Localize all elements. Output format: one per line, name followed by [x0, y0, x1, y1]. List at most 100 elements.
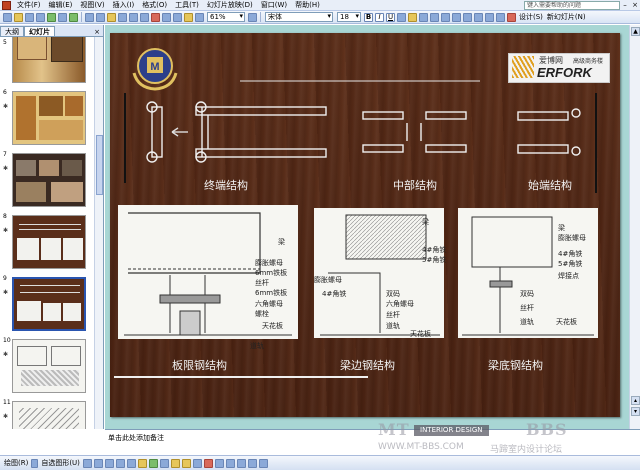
slide-thumbnail-row[interactable]: 7 ✱: [0, 147, 94, 209]
slide-thumbnail[interactable]: [12, 91, 86, 145]
fill-color-icon[interactable]: [181, 458, 191, 468]
shadow-icon[interactable]: [397, 12, 406, 22]
slide-number: 7: [3, 151, 7, 158]
slide-thumbnail[interactable]: [12, 401, 86, 429]
font-color-icon[interactable]: [507, 12, 516, 22]
font-color-icon[interactable]: [203, 458, 213, 468]
slide-thumbnail[interactable]: [12, 339, 86, 393]
align-left-icon[interactable]: [408, 12, 417, 22]
undo-icon[interactable]: [129, 12, 138, 22]
permission-icon[interactable]: [36, 12, 45, 22]
decrease-indent-icon[interactable]: [485, 12, 494, 22]
bullets-icon[interactable]: [452, 12, 461, 22]
help-search-input[interactable]: 键入需要帮助的问题: [524, 0, 620, 10]
slide-thumbnail[interactable]: [12, 215, 86, 269]
help-icon[interactable]: [248, 12, 257, 22]
select-objects-icon[interactable]: [31, 458, 39, 468]
scroll-up-icon[interactable]: ▲: [631, 27, 640, 36]
current-slide[interactable]: M 爱博网 高级商务楼 ERFORK 终端结构 中部结构 始端结构 板限钢结构 …: [110, 33, 620, 417]
line-style-icon[interactable]: [214, 458, 224, 468]
new-slide-button[interactable]: 新幻灯片(N): [547, 12, 586, 22]
draw-menu-button[interactable]: 绘图(R): [4, 458, 28, 468]
menu-window[interactable]: 窗口(W): [257, 0, 291, 10]
slide-thumbnail-row[interactable]: 5: [0, 37, 94, 85]
decrease-font-icon[interactable]: [474, 12, 483, 22]
arrow-icon[interactable]: [93, 458, 103, 468]
clipart-icon[interactable]: [159, 458, 169, 468]
redo-icon[interactable]: [140, 12, 149, 22]
paste-icon[interactable]: [107, 12, 116, 22]
menu-file[interactable]: 文件(F): [13, 0, 45, 10]
slide-thumbnail-row[interactable]: 10 ✱: [0, 333, 94, 395]
separator: [81, 12, 82, 22]
watermark-url: WWW.MT-BBS.COM: [378, 442, 464, 452]
tab-slides[interactable]: 幻灯片: [24, 26, 55, 36]
open-icon[interactable]: [14, 12, 23, 22]
slide-thumbnail-row[interactable]: 8 ✱: [0, 209, 94, 271]
font-size-select[interactable]: 18: [337, 12, 361, 22]
italic-icon[interactable]: I: [375, 12, 384, 22]
spelling-icon[interactable]: [69, 12, 78, 22]
autoshapes-button[interactable]: 自选图形(U): [41, 458, 80, 468]
thumbnail-scrollbar[interactable]: [94, 37, 103, 429]
arrow-style-icon[interactable]: [236, 458, 246, 468]
chart-icon[interactable]: [151, 12, 160, 22]
numbering-icon[interactable]: [441, 12, 450, 22]
save-icon[interactable]: [25, 12, 34, 22]
annotation: 天花板: [262, 322, 283, 330]
line-icon[interactable]: [82, 458, 92, 468]
print-icon[interactable]: [47, 12, 56, 22]
watermark: MT INTERIOR DESIGN BBS WWW.MT-BBS.COM 马蹄…: [330, 420, 640, 460]
insert-picture-icon[interactable]: [184, 12, 193, 22]
textbox-icon[interactable]: [126, 458, 136, 468]
next-slide-icon[interactable]: ▾: [631, 407, 640, 416]
copy-icon[interactable]: [96, 12, 105, 22]
tables-borders-icon[interactable]: [173, 12, 182, 22]
bold-icon[interactable]: B: [364, 12, 373, 22]
close-panel-icon[interactable]: ×: [94, 28, 103, 36]
picture-icon[interactable]: [170, 458, 180, 468]
align-right-icon[interactable]: [430, 12, 439, 22]
dash-style-icon[interactable]: [225, 458, 235, 468]
grid-icon[interactable]: [195, 12, 204, 22]
oval-icon[interactable]: [115, 458, 125, 468]
minimize-icon[interactable]: –: [621, 1, 629, 9]
preview-icon[interactable]: [58, 12, 67, 22]
underline-icon[interactable]: U: [386, 12, 395, 22]
menu-view[interactable]: 视图(V): [76, 0, 108, 10]
powerpoint-app-icon[interactable]: [2, 0, 11, 10]
menu-slideshow[interactable]: 幻灯片放映(D): [203, 0, 257, 10]
increase-indent-icon[interactable]: [496, 12, 505, 22]
prev-slide-icon[interactable]: ▴: [631, 396, 640, 405]
diagram-icon[interactable]: [148, 458, 158, 468]
menu-edit[interactable]: 编辑(E): [45, 0, 77, 10]
slide-thumbnail-row-selected[interactable]: 9 ✱: [0, 271, 94, 333]
shadow-style-icon[interactable]: [247, 458, 257, 468]
line-color-icon[interactable]: [192, 458, 202, 468]
format-painter-icon[interactable]: [118, 12, 127, 22]
new-icon[interactable]: [3, 12, 12, 22]
3d-style-icon[interactable]: [258, 458, 268, 468]
center-icon[interactable]: [419, 12, 428, 22]
wordart-icon[interactable]: [137, 458, 147, 468]
scrollbar-thumb[interactable]: [96, 135, 103, 195]
tab-outline[interactable]: 大纲: [0, 26, 24, 36]
design-button[interactable]: 设计(S): [519, 12, 543, 22]
table-icon[interactable]: [162, 12, 171, 22]
increase-font-icon[interactable]: [463, 12, 472, 22]
editor-scrollbar[interactable]: ▲ ▴ ▾: [629, 25, 640, 429]
slide-thumbnail-current[interactable]: [12, 277, 86, 331]
close-icon[interactable]: ×: [631, 1, 639, 9]
zoom-select[interactable]: 61%: [207, 12, 245, 22]
menu-tools[interactable]: 工具(T): [171, 0, 203, 10]
font-select[interactable]: 宋体: [265, 12, 333, 22]
slide-thumbnail-row[interactable]: 6 ✱: [0, 85, 94, 147]
menu-help[interactable]: 帮助(H): [291, 0, 324, 10]
rectangle-icon[interactable]: [104, 458, 114, 468]
menu-format[interactable]: 格式(O): [138, 0, 171, 10]
menu-insert[interactable]: 插入(I): [109, 0, 139, 10]
slide-thumbnail[interactable]: [12, 37, 86, 83]
slide-thumbnail-row[interactable]: 11 ✱: [0, 395, 94, 429]
cut-icon[interactable]: [85, 12, 94, 22]
slide-thumbnail[interactable]: [12, 153, 86, 207]
